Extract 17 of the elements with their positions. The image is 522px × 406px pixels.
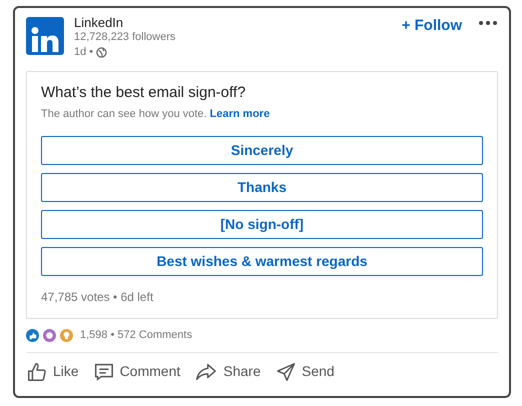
- poll-footer: 47,785 votes • 6d left: [41, 288, 483, 306]
- poll-option[interactable]: Best wishes & warmest regards: [41, 246, 483, 276]
- poll-option[interactable]: [No sign-off]: [41, 210, 483, 238]
- post-action-button[interactable]: Comment: [92, 360, 180, 382]
- follow-button[interactable]: + Follow: [402, 15, 462, 38]
- poll-note: The author can see how you vote. Learn more: [41, 107, 271, 122]
- post-time: 1d •: [74, 45, 94, 60]
- poll-option[interactable]: Sincerely: [41, 136, 483, 164]
- follower-count: 12,728,223 followers: [74, 30, 176, 45]
- reaction-counts[interactable]: 1,598 • 572 Comments: [80, 327, 192, 344]
- poll-question: What’s the best email sign-off?: [41, 84, 247, 102]
- poll-option[interactable]: Thanks: [41, 172, 483, 202]
- author-name[interactable]: LinkedIn: [74, 15, 176, 30]
- post-action-button[interactable]: Like: [26, 360, 79, 382]
- learn-more-link[interactable]: Learn more: [210, 108, 270, 120]
- post-action-button[interactable]: Send: [274, 360, 334, 382]
- post-action-button[interactable]: Share: [194, 360, 261, 382]
